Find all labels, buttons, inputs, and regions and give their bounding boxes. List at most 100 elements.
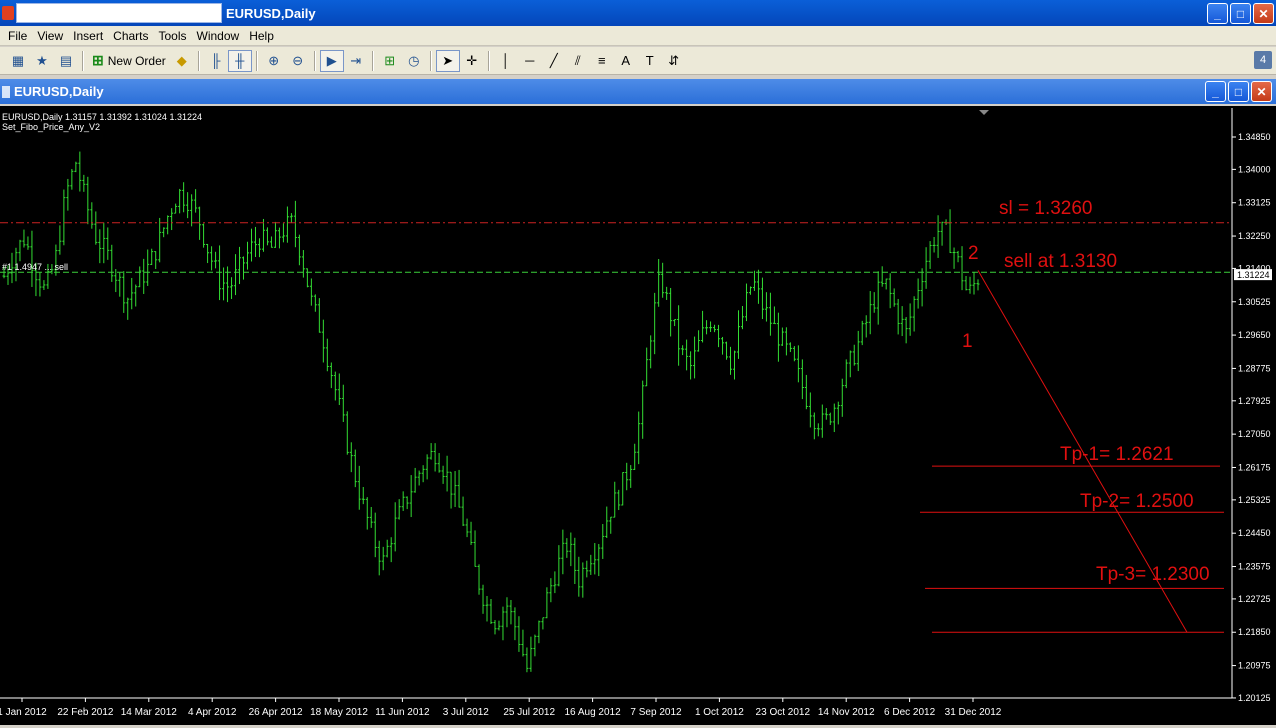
price-tick-label: 1.34850: [1238, 132, 1271, 142]
menu-window[interactable]: Window: [195, 29, 248, 43]
time-tick-label: 16 Aug 2012: [565, 707, 622, 718]
price-tick-label: 1.33125: [1238, 198, 1271, 208]
tp3-annotation: Tp-3= 1.2300: [1096, 564, 1210, 585]
toolbar-separator: [487, 50, 490, 71]
toolbar-separator: [197, 50, 200, 71]
new-order-icon: ⊞: [92, 52, 104, 68]
price-tick-label: 1.26175: [1238, 462, 1271, 472]
chart-close-button[interactable]: ✕: [1251, 81, 1272, 102]
tp1-annotation: Tp-1= 1.2621: [1060, 444, 1174, 465]
menu-view[interactable]: View: [35, 29, 71, 43]
main-toolbar: ▦ ★ ▤ ⊞ New Order ◆ ╟ ╫ ⊕ ⊖ ▶ ⇥ ⊞ ◷ ➤ ✛ …: [0, 47, 1276, 75]
minimize-button[interactable]: _: [1207, 3, 1228, 24]
chart-shift-marker[interactable]: [979, 110, 989, 115]
horizontal-line-icon[interactable]: ─: [518, 50, 542, 72]
price-tick-label: 1.32250: [1238, 231, 1271, 241]
menu-file[interactable]: File: [6, 29, 35, 43]
app-titlebar: EURUSD,Daily _ □ ✕: [0, 0, 1276, 26]
time-tick-label: 1 Jan 2012: [0, 707, 47, 718]
time-tick-label: 31 Dec 2012: [945, 707, 1002, 718]
price-bars: [2, 151, 980, 673]
bar-chart-icon[interactable]: ╟: [204, 50, 228, 72]
time-tick-label: 7 Sep 2012: [630, 707, 682, 718]
chart-maximize-button[interactable]: □: [1228, 81, 1249, 102]
app-icon: [2, 6, 14, 20]
zoom-in-icon[interactable]: ⊕: [262, 50, 286, 72]
time-tick-label: 14 Mar 2012: [121, 707, 178, 718]
time-tick-label: 11 Jun 2012: [375, 707, 430, 718]
wave-marker-1: 1: [962, 331, 973, 352]
menu-help[interactable]: Help: [247, 29, 282, 43]
time-axis: 1 Jan 2012 22 Feb 2012 14 Mar 2012 4 Apr 20…: [0, 698, 1002, 718]
chart-window-icon: [2, 85, 10, 98]
title-redaction: [16, 3, 222, 23]
indicators-icon[interactable]: ⊞: [378, 50, 402, 72]
chart-area[interactable]: EURUSD,Daily 1.31157 1.31392 1.31024 1.3…: [0, 106, 1276, 725]
channel-icon[interactable]: ⫽: [566, 50, 590, 72]
menu-bar: File View Insert Charts Tools Window Hel…: [0, 26, 1276, 46]
price-axis: 1.348501.340001.331251.322501.314001.305…: [1232, 132, 1271, 703]
sell-annotation: sell at 1.3130: [1004, 251, 1117, 272]
price-tick-label: 1.23575: [1238, 562, 1271, 572]
menu-charts[interactable]: Charts: [111, 29, 156, 43]
price-tick-label: 1.20975: [1238, 661, 1271, 671]
navigator-icon[interactable]: ▤: [54, 50, 78, 72]
symbol-info: EURUSD,Daily 1.31157 1.31392 1.31024 1.3…: [2, 112, 202, 122]
toolbar-separator: [82, 50, 84, 71]
price-tick-label: 1.21850: [1238, 627, 1271, 637]
toolbar-badge[interactable]: 4: [1254, 51, 1272, 69]
maximize-button[interactable]: □: [1230, 3, 1251, 24]
toolbar-separator: [255, 50, 258, 71]
time-tick-label: 14 Nov 2012: [818, 707, 875, 718]
price-tick-label: 1.28775: [1238, 363, 1271, 373]
chart-shift-icon[interactable]: ▶: [319, 49, 344, 72]
zoom-out-icon[interactable]: ⊖: [286, 50, 310, 72]
time-tick-label: 18 May 2012: [310, 707, 368, 718]
cursor-icon[interactable]: ➤: [435, 49, 460, 72]
text-label-icon[interactable]: T: [638, 50, 662, 72]
toolbar-separator: [371, 50, 374, 71]
arrows-icon[interactable]: ⇵: [662, 50, 686, 72]
tp2-annotation: Tp-2= 1.2500: [1080, 491, 1194, 512]
expert-advisors-icon[interactable]: ◆: [170, 50, 194, 72]
price-tick-label: 1.24450: [1238, 528, 1271, 538]
new-order-label: New Order: [107, 53, 166, 68]
text-icon[interactable]: A: [614, 50, 638, 72]
autoscroll-icon[interactable]: ⇥: [344, 50, 368, 72]
time-tick-label: 22 Feb 2012: [57, 707, 114, 718]
menu-insert[interactable]: Insert: [71, 29, 111, 43]
chart-window-title: EURUSD,Daily: [14, 84, 104, 99]
toolbar-separator: [313, 50, 316, 71]
current-price-label: 1.31224: [1237, 270, 1270, 280]
wave-marker-2: 2: [968, 243, 979, 264]
profiles-icon[interactable]: ▦: [6, 50, 30, 72]
candlestick-icon[interactable]: ╫: [227, 49, 252, 72]
price-tick-label: 1.30525: [1238, 297, 1271, 307]
price-tick-label: 1.25325: [1238, 495, 1271, 505]
price-tick-label: 1.27050: [1238, 429, 1271, 439]
periods-icon[interactable]: ◷: [402, 50, 426, 72]
price-chart[interactable]: EURUSD,Daily 1.31157 1.31392 1.31024 1.3…: [0, 106, 1276, 725]
fibonacci-icon[interactable]: ≡: [590, 50, 614, 72]
time-tick-label: 3 Jul 2012: [443, 707, 490, 718]
time-tick-label: 25 Jul 2012: [503, 707, 555, 718]
price-tick-label: 1.29650: [1238, 330, 1271, 340]
chart-window-titlebar: EURUSD,Daily _ □ ✕: [0, 79, 1276, 104]
vertical-line-icon[interactable]: │: [494, 50, 518, 72]
favorites-icon[interactable]: ★: [30, 50, 54, 72]
app-title: EURUSD,Daily: [226, 5, 316, 21]
indicator-name: Set_Fibo_Price_Any_V2: [2, 122, 100, 132]
time-tick-label: 6 Dec 2012: [884, 707, 936, 718]
time-tick-label: 4 Apr 2012: [188, 707, 237, 718]
time-tick-label: 1 Oct 2012: [695, 707, 744, 718]
time-tick-label: 26 Apr 2012: [249, 707, 303, 718]
new-order-button[interactable]: ⊞ New Order: [88, 52, 170, 69]
crosshair-icon[interactable]: ✛: [460, 50, 484, 72]
chart-minimize-button[interactable]: _: [1205, 81, 1226, 102]
price-tick-label: 1.34000: [1238, 164, 1271, 174]
trendline-icon[interactable]: ╱: [542, 50, 566, 72]
sl-annotation: sl = 1.3260: [999, 198, 1093, 219]
time-tick-label: 23 Oct 2012: [756, 707, 811, 718]
close-button[interactable]: ✕: [1253, 3, 1274, 24]
menu-tools[interactable]: Tools: [157, 29, 195, 43]
